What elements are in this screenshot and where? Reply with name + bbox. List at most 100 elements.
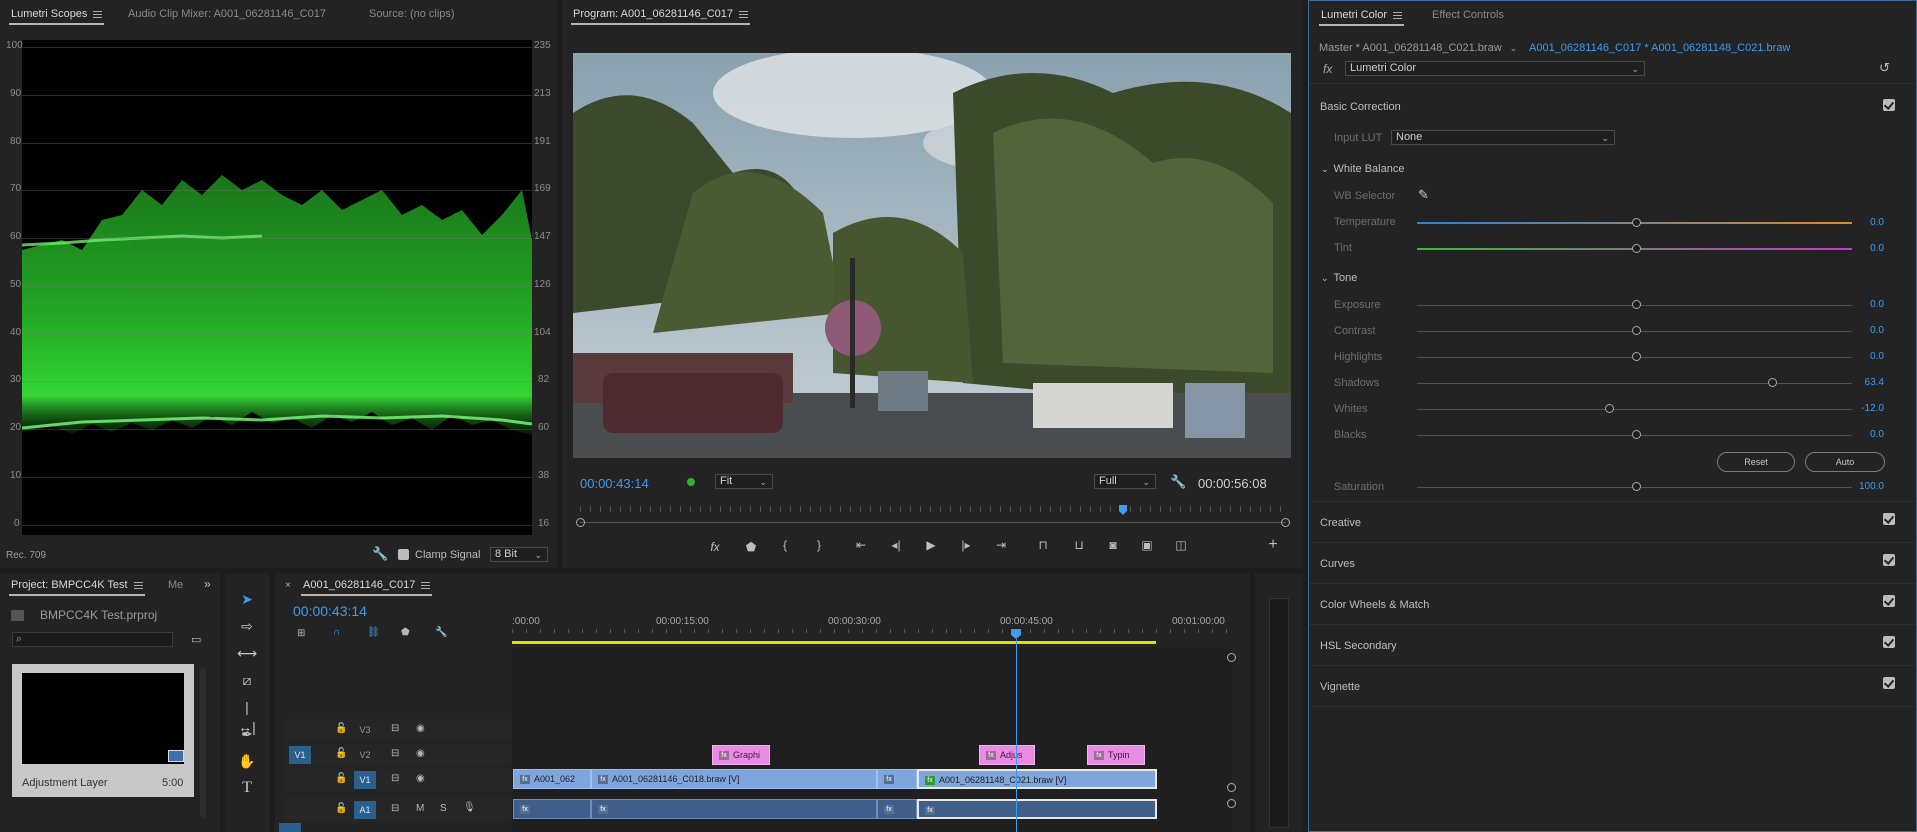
saturation-value[interactable]: 100.0 (1844, 481, 1884, 492)
video-clip-1[interactable]: fx A001_062 (513, 769, 591, 789)
lock-icon[interactable]: 🔓 (335, 803, 347, 814)
tab-audio-clip-mixer[interactable]: Audio Clip Mixer: A001_06281146_C017 (128, 8, 326, 20)
graphic-clip[interactable]: fx Graphi (712, 745, 770, 765)
auto-button[interactable]: Auto (1805, 452, 1885, 472)
bit-depth-dropdown[interactable]: 8 Bit ⌄ (490, 547, 548, 562)
microphone-icon[interactable]: 🎙 (463, 802, 476, 813)
vignette-checkbox[interactable] (1883, 677, 1895, 689)
reset-button[interactable]: Reset (1717, 452, 1795, 472)
color-wheels-header[interactable]: Color Wheels & Match (1320, 599, 1429, 611)
temperature-value[interactable]: 0.0 (1844, 217, 1884, 228)
track-label-v1[interactable]: V1 (354, 771, 376, 789)
shadows-slider[interactable] (1417, 383, 1852, 384)
blacks-value[interactable]: 0.0 (1844, 429, 1884, 440)
tab-source[interactable]: Source: (no clips) (369, 8, 455, 20)
vertical-zoom-handle[interactable] (1227, 653, 1236, 662)
track-label-v2[interactable]: V2 (354, 746, 376, 764)
video-clip-2[interactable]: fx A001_06281146_C018.braw [V] (591, 769, 877, 789)
vignette-header[interactable]: Vignette (1320, 681, 1360, 693)
tone-header[interactable]: ⌄ Tone (1321, 272, 1357, 284)
typing-clip[interactable]: fx Typin (1087, 745, 1145, 765)
tab-lumetri-color[interactable]: Lumetri Color (1318, 9, 1405, 26)
ripple-edit-tool-icon[interactable]: ⟷ (237, 643, 257, 663)
type-tool-icon[interactable]: T (237, 778, 257, 798)
highlights-value[interactable]: 0.0 (1844, 351, 1884, 362)
hsl-secondary-header[interactable]: HSL Secondary (1320, 640, 1397, 652)
mute-button[interactable]: M (416, 803, 424, 814)
contrast-value[interactable]: 0.0 (1844, 325, 1884, 336)
sync-lock-icon[interactable]: ⊟ (391, 773, 399, 784)
tab-project[interactable]: Project: BMPCC4K Test (9, 579, 145, 596)
extract-icon[interactable]: ⊔ (1070, 538, 1088, 552)
temperature-knob[interactable] (1632, 218, 1641, 227)
target-clip-label[interactable]: A001_06281146_C017 * A001_06281148_C021.… (1529, 42, 1790, 54)
tab-lumetri-scopes[interactable]: Lumetri Scopes (8, 8, 105, 25)
timeline-settings-icon[interactable]: 🔧 (435, 627, 447, 638)
lock-icon[interactable]: 🔓 (335, 773, 347, 784)
add-marker-icon[interactable]: ⬟ (742, 540, 760, 554)
scrub-start-handle[interactable] (576, 518, 585, 527)
blacks-knob[interactable] (1632, 430, 1641, 439)
go-to-out-icon[interactable]: ⇥ (992, 538, 1010, 552)
source-patch-v1[interactable]: V1 (289, 746, 311, 764)
tint-value[interactable]: 0.0 (1844, 243, 1884, 254)
hand-tool-icon[interactable]: ✋ (237, 751, 257, 771)
vertical-zoom-handle[interactable] (1227, 783, 1236, 792)
play-icon[interactable]: ▶ (922, 538, 940, 552)
basic-correction-header[interactable]: Basic Correction (1320, 101, 1401, 113)
sync-lock-icon[interactable]: ⊟ (391, 723, 399, 734)
audio-clip-2[interactable]: fx (591, 799, 877, 819)
eyedropper-icon[interactable]: ✎ (1418, 187, 1429, 203)
whites-knob[interactable] (1605, 404, 1614, 413)
razor-tool-icon[interactable]: ⧄ (237, 670, 257, 690)
step-forward-icon[interactable]: |▸ (957, 538, 975, 552)
mark-out-icon[interactable]: } (810, 538, 828, 552)
wrench-icon[interactable]: 🔧 (372, 546, 388, 562)
fit-dropdown[interactable]: Fit ⌄ (715, 474, 773, 489)
camera-icon[interactable]: ◙ (1104, 538, 1122, 552)
sync-lock-icon[interactable]: ⊟ (391, 803, 399, 814)
whites-slider[interactable] (1417, 409, 1852, 410)
reset-effect-icon[interactable]: ↺ (1879, 60, 1890, 76)
mark-in-icon[interactable]: { (776, 538, 794, 552)
track-select-tool-icon[interactable]: ⇨ (237, 616, 257, 636)
exposure-knob[interactable] (1632, 300, 1641, 309)
tab-program[interactable]: Program: A001_06281146_C017 (570, 8, 751, 25)
tab-effect-controls[interactable]: Effect Controls (1432, 9, 1504, 21)
compare-icon[interactable]: ▣ (1138, 538, 1156, 552)
curves-header[interactable]: Curves (1320, 558, 1355, 570)
hsl-secondary-checkbox[interactable] (1883, 636, 1895, 648)
go-to-in-icon[interactable]: ⇤ (852, 538, 870, 552)
color-wheels-checkbox[interactable] (1883, 595, 1895, 607)
whites-value[interactable]: -12.0 (1844, 403, 1884, 414)
eye-icon[interactable]: ◉ (416, 748, 425, 759)
panel-menu-icon[interactable] (93, 10, 103, 18)
project-scrollbar[interactable] (200, 668, 206, 818)
master-clip-label[interactable]: Master * A001_06281148_C021.braw ⌄ (1319, 42, 1517, 54)
add-marker-icon[interactable]: ⬟ (401, 627, 410, 638)
nest-icon[interactable]: ⊞ (297, 628, 305, 639)
new-bin-icon[interactable]: ▭ (191, 633, 201, 646)
solo-button[interactable]: S (440, 803, 447, 814)
pen-tool-icon[interactable]: ✒ (237, 724, 257, 744)
lift-icon[interactable]: ⊓ (1034, 538, 1052, 552)
search-input[interactable]: ⌕ (12, 632, 173, 647)
shadows-value[interactable]: 63.4 (1844, 377, 1884, 388)
tab-media[interactable]: Me (168, 579, 183, 591)
highlights-knob[interactable] (1632, 352, 1641, 361)
track-label-a1[interactable]: A1 (354, 801, 376, 819)
adjustment-clip[interactable]: fx Adjus (979, 745, 1035, 765)
snap-icon[interactable]: ∩ (333, 627, 340, 638)
expand-panels-icon[interactable]: » (204, 577, 211, 591)
project-item-thumbnail[interactable]: Adjustment Layer 5:00 (12, 664, 194, 797)
effect-dropdown[interactable]: Lumetri Color ⌄ (1345, 61, 1645, 76)
shadows-knob[interactable] (1768, 378, 1777, 387)
wrench-icon[interactable]: 🔧 (1170, 474, 1186, 490)
white-balance-header[interactable]: ⌄ White Balance (1321, 163, 1404, 175)
program-playhead[interactable] (1119, 505, 1127, 515)
track-label-v3[interactable]: V3 (354, 721, 376, 739)
tab-sequence[interactable]: A001_06281146_C017 (300, 579, 433, 596)
audio-clip-selected[interactable]: fx (917, 799, 1157, 819)
video-clip-3[interactable]: fx (877, 769, 917, 789)
slip-tool-icon[interactable]: |↔| (237, 697, 257, 735)
